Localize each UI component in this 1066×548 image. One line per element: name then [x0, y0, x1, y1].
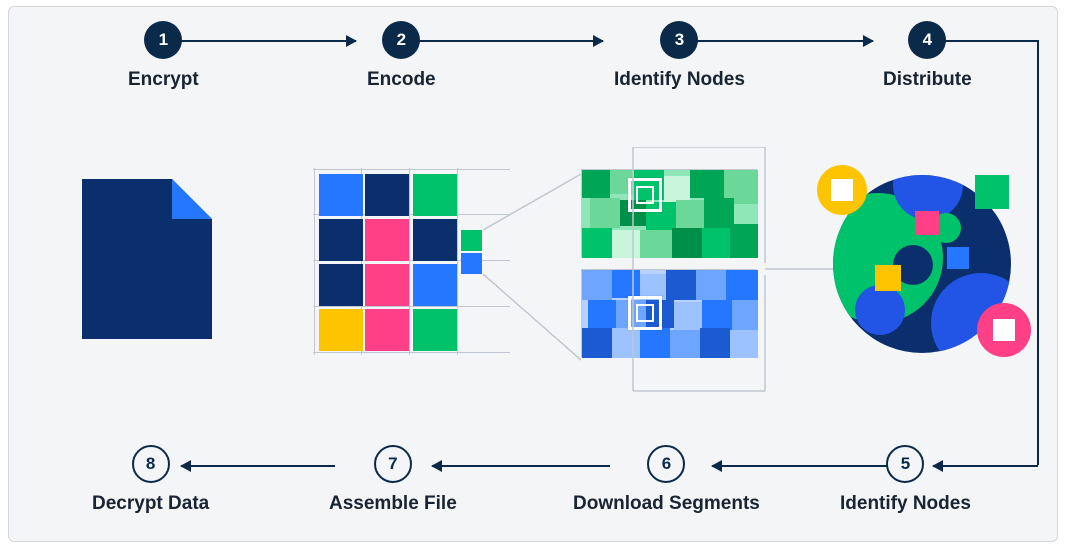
globe-node-yellow-sq — [875, 265, 901, 291]
globe-node-pink — [977, 303, 1031, 357]
step-6-label: Download Segments — [573, 493, 760, 515]
step-1-label: Encrypt — [128, 69, 199, 91]
connector-expand — [483, 172, 593, 367]
step-7-badge: 7 — [374, 445, 412, 483]
step-2: 2 Encode — [367, 21, 436, 91]
step-6-badge: 6 — [647, 445, 685, 483]
illus-distribute-globe — [817, 169, 1027, 359]
arrow-7-8 — [181, 465, 335, 467]
step-6: 6 Download Segments — [573, 445, 760, 515]
step-7: 7 Assemble File — [329, 445, 457, 515]
connector-bracket — [629, 147, 849, 397]
step-5-badge: 5 — [886, 445, 924, 483]
arrow-3-4 — [691, 40, 873, 42]
step-1: 1 Encrypt — [128, 21, 199, 91]
step-1-badge: 1 — [144, 21, 182, 59]
step-2-label: Encode — [367, 69, 436, 91]
globe-node-blue-sq — [947, 247, 969, 269]
step-5: 5 Identify Nodes — [840, 445, 971, 515]
arrow-2-3 — [417, 40, 603, 42]
step-4-label: Distribute — [883, 69, 972, 91]
illus-encrypt-file — [82, 179, 212, 339]
globe-node-yellow — [817, 165, 867, 215]
step-8-badge: 8 — [132, 445, 170, 483]
conn-4-right — [933, 40, 1038, 42]
arrow-5-6 — [712, 465, 887, 467]
illus-encode-grid — [319, 174, 504, 349]
globe-node-pink-sq — [915, 211, 939, 235]
step-3-label: Identify Nodes — [614, 69, 745, 91]
step-2-badge: 2 — [382, 21, 420, 59]
conn-right-down — [1037, 40, 1039, 465]
step-5-label: Identify Nodes — [840, 493, 971, 515]
arrow-1-2 — [180, 40, 356, 42]
step-8: 8 Decrypt Data — [92, 445, 209, 515]
step-8-label: Decrypt Data — [92, 493, 209, 515]
step-3: 3 Identify Nodes — [614, 21, 745, 91]
file-icon — [82, 179, 212, 339]
globe-node-green — [975, 175, 1009, 209]
step-7-label: Assemble File — [329, 493, 457, 515]
arrow-6-7 — [432, 465, 610, 467]
step-4: 4 Distribute — [883, 21, 972, 91]
